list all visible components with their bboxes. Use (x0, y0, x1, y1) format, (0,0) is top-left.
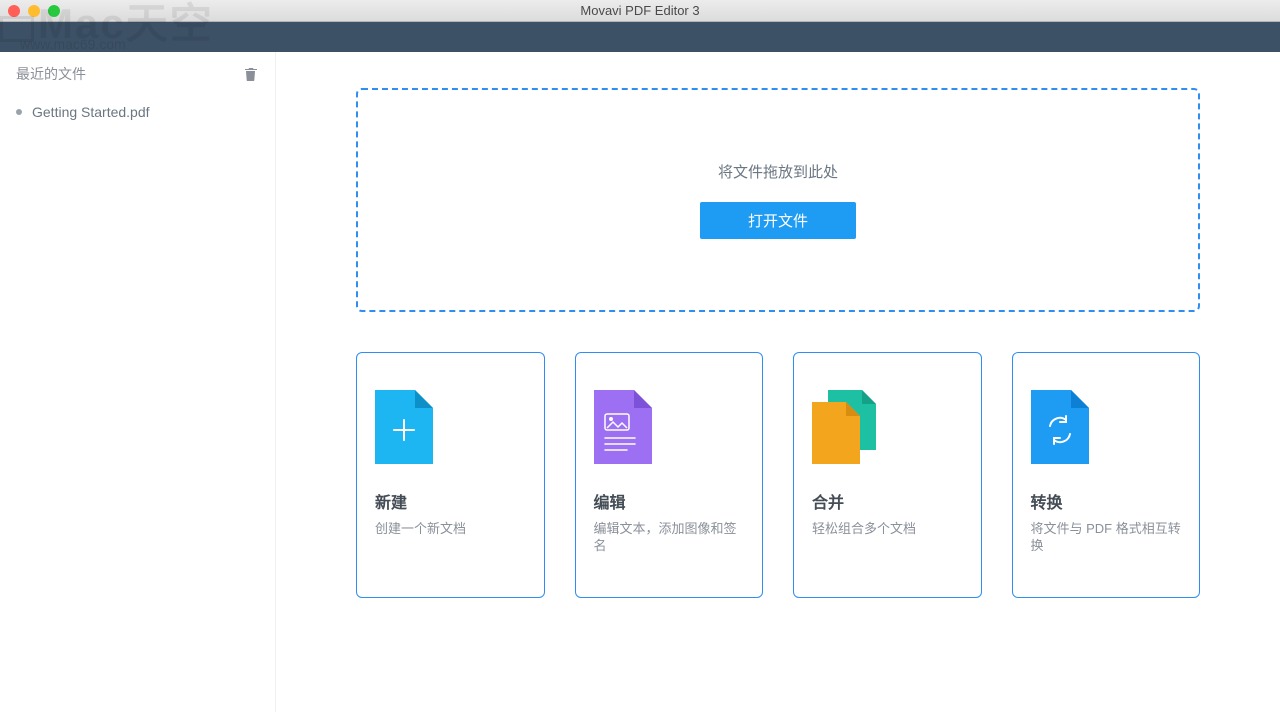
dropzone[interactable]: 将文件拖放到此处 打开文件 (356, 88, 1200, 312)
recent-file-item[interactable]: Getting Started.pdf (16, 98, 259, 126)
action-cards: 新建 创建一个新文档 编辑 编辑文本，添加图像和签名 (356, 352, 1200, 598)
card-convert[interactable]: 转换 将文件与 PDF 格式相互转换 (1012, 352, 1201, 598)
card-title: 编辑 (594, 489, 745, 513)
main-area: 将文件拖放到此处 打开文件 新建 创建一个新文档 (276, 52, 1280, 712)
card-merge[interactable]: 合并 轻松组合多个文档 (793, 352, 982, 598)
merge-files-icon (812, 383, 963, 471)
card-title: 转换 (1031, 489, 1182, 513)
app-topbar (0, 22, 1280, 52)
card-edit[interactable]: 编辑 编辑文本，添加图像和签名 (575, 352, 764, 598)
workspace: 最近的文件 Getting Started.pdf 将文件拖放到此处 打开文件 (0, 52, 1280, 712)
edit-file-icon (594, 383, 745, 471)
sidebar-header: 最近的文件 (16, 64, 259, 84)
card-desc: 将文件与 PDF 格式相互转换 (1031, 521, 1182, 555)
card-title: 合并 (812, 489, 963, 513)
card-title: 新建 (375, 489, 526, 513)
bullet-icon (16, 109, 22, 115)
open-file-button[interactable]: 打开文件 (700, 202, 856, 239)
card-desc: 编辑文本，添加图像和签名 (594, 521, 745, 555)
minimize-window[interactable] (28, 5, 40, 17)
convert-file-icon (1031, 383, 1182, 471)
recent-files-list: Getting Started.pdf (16, 98, 259, 126)
card-new[interactable]: 新建 创建一个新文档 (356, 352, 545, 598)
card-desc: 轻松组合多个文档 (812, 521, 963, 538)
titlebar: Movavi PDF Editor 3 (0, 0, 1280, 22)
window-title: Movavi PDF Editor 3 (0, 3, 1280, 18)
sidebar: 最近的文件 Getting Started.pdf (0, 52, 276, 712)
dropzone-hint: 将文件拖放到此处 (718, 161, 838, 182)
close-window[interactable] (8, 5, 20, 17)
zoom-window[interactable] (48, 5, 60, 17)
recent-file-name: Getting Started.pdf (32, 104, 150, 120)
trash-icon[interactable] (243, 66, 259, 82)
card-desc: 创建一个新文档 (375, 521, 526, 538)
recent-files-label: 最近的文件 (16, 64, 86, 84)
new-file-icon (375, 383, 526, 471)
traffic-lights (8, 5, 60, 17)
